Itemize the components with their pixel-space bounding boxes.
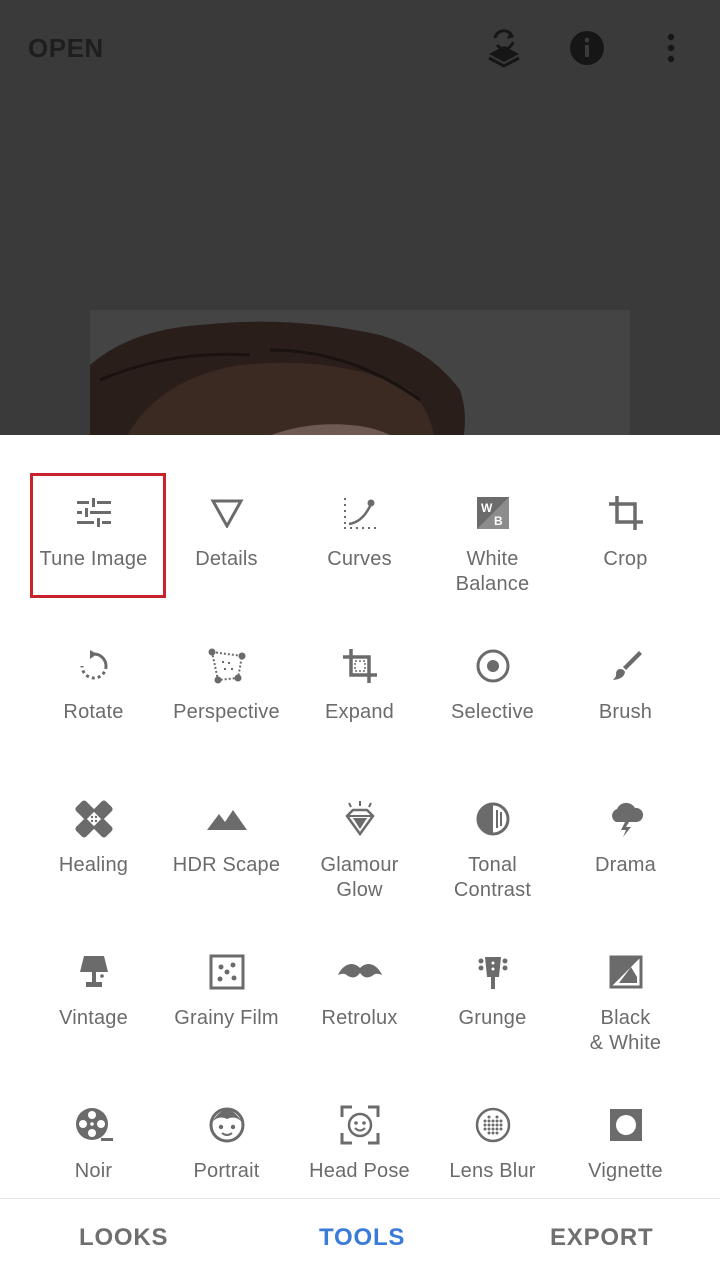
tool-rotate[interactable]: Rotate xyxy=(27,628,160,758)
vignette-icon xyxy=(604,1103,648,1147)
face-icon xyxy=(205,1103,249,1147)
lens-blur-icon xyxy=(471,1103,515,1147)
grainy-film-icon xyxy=(205,950,249,994)
glamour-diamond-icon xyxy=(338,797,382,841)
tool-drama[interactable]: Drama xyxy=(559,781,692,911)
tool-white-balance[interactable]: W B White Balance xyxy=(426,475,559,605)
mustache-icon xyxy=(337,950,382,994)
curves-icon xyxy=(338,491,382,535)
tool-label: Perspective xyxy=(173,701,280,723)
crop-icon xyxy=(604,491,648,535)
tool-label: Grunge xyxy=(458,1007,527,1029)
tool-label: Portrait xyxy=(193,1160,260,1182)
tool-label: Selective xyxy=(451,701,534,723)
tool-retrolux[interactable]: Retrolux xyxy=(293,934,426,1064)
tonal-contrast-icon xyxy=(471,797,515,841)
brush-icon xyxy=(604,644,648,688)
more-vert-icon[interactable] xyxy=(651,28,691,68)
guitar-icon xyxy=(471,950,515,994)
tool-label: Black & White xyxy=(589,1007,662,1054)
tool-label: Retrolux xyxy=(321,1007,398,1029)
tool-label: Rotate xyxy=(63,701,124,723)
tool-details[interactable]: Details xyxy=(160,475,293,605)
tool-healing[interactable]: Healing xyxy=(27,781,160,911)
details-triangle-icon xyxy=(205,491,249,535)
tool-label: Vignette xyxy=(588,1160,663,1182)
head-pose-icon xyxy=(338,1103,382,1147)
tool-label: Glamour Glow xyxy=(320,854,399,901)
tab-looks[interactable]: LOOKS xyxy=(79,1224,168,1252)
tool-label: White Balance xyxy=(455,548,530,595)
tool-crop[interactable]: Crop xyxy=(559,475,692,605)
selective-icon xyxy=(471,644,515,688)
tool-label: Vintage xyxy=(59,1007,128,1029)
tool-expand[interactable]: Expand xyxy=(293,628,426,758)
tool-label: Brush xyxy=(598,701,653,723)
image-preview-area: OPEN xyxy=(0,0,720,435)
info-icon[interactable] xyxy=(567,28,607,68)
svg-text:B: B xyxy=(494,514,503,528)
tab-tools[interactable]: TOOLS xyxy=(319,1224,405,1252)
tool-tune-image[interactable]: Tune Image xyxy=(27,475,160,605)
tab-export[interactable]: EXPORT xyxy=(550,1224,653,1252)
layers-undo-icon[interactable] xyxy=(484,28,524,68)
photo-preview xyxy=(90,310,630,435)
tool-grunge[interactable]: Grunge xyxy=(426,934,559,1064)
tool-glamour-glow[interactable]: Glamour Glow xyxy=(293,781,426,911)
tools-panel: Tune Image Details Curves W B White Bala… xyxy=(0,435,720,1200)
tool-label: Details xyxy=(195,548,258,570)
tool-label: Lens Blur xyxy=(449,1160,536,1182)
rotate-icon xyxy=(72,644,116,688)
tool-brush[interactable]: Brush xyxy=(559,628,692,758)
hdr-mountains-icon xyxy=(205,797,249,841)
black-white-icon xyxy=(604,950,648,994)
tool-label: Drama xyxy=(594,854,656,876)
expand-icon xyxy=(338,644,382,688)
tool-perspective[interactable]: Perspective xyxy=(160,628,293,758)
svg-text:W: W xyxy=(481,501,493,515)
healing-icon xyxy=(72,797,116,841)
tool-selective[interactable]: Selective xyxy=(426,628,559,758)
tool-label: Expand xyxy=(324,701,395,723)
tool-label: HDR Scape xyxy=(172,854,281,876)
tool-hdr-scape[interactable]: HDR Scape xyxy=(160,781,293,911)
film-reel-icon xyxy=(72,1103,116,1147)
vintage-lamp-icon xyxy=(72,950,116,994)
bottom-nav: LOOKS TOOLS EXPORT xyxy=(0,1198,720,1280)
tool-label: Healing xyxy=(58,854,129,876)
tool-label: Noir xyxy=(74,1160,113,1182)
tune-icon xyxy=(72,491,116,535)
white-balance-icon: W B xyxy=(471,491,515,535)
drama-cloud-icon xyxy=(604,797,648,841)
tool-black-white[interactable]: Black & White xyxy=(559,934,692,1064)
tool-grainy-film[interactable]: Grainy Film xyxy=(160,934,293,1064)
tool-label: Head Pose xyxy=(309,1160,410,1182)
tool-label: Tune Image xyxy=(39,548,148,570)
tool-vintage[interactable]: Vintage xyxy=(27,934,160,1064)
tool-label: Crop xyxy=(603,548,648,570)
tool-curves[interactable]: Curves xyxy=(293,475,426,605)
tool-tonal-contrast[interactable]: Tonal Contrast xyxy=(426,781,559,911)
perspective-icon xyxy=(205,644,249,688)
tool-label: Grainy Film xyxy=(174,1007,279,1029)
tool-label: Tonal Contrast xyxy=(453,854,532,901)
tool-label: Curves xyxy=(327,548,392,570)
open-button[interactable]: OPEN xyxy=(28,33,104,64)
